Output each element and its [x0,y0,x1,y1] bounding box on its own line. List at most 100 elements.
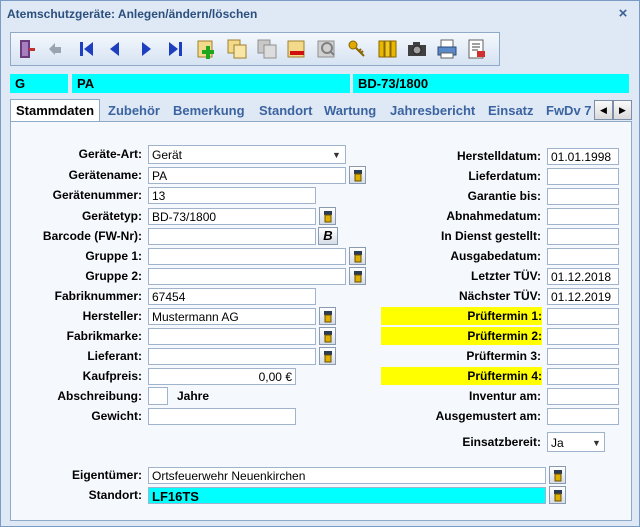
next-record-icon[interactable] [133,36,159,62]
herstelldatum-input[interactable]: 01.01.1998 [547,148,619,165]
naechster-tuev-input[interactable]: 01.12.2019 [547,288,619,305]
naechster-tuev-label: Nächster TÜV: [458,289,541,303]
main-window: Atemschutzgeräte: Anlegen/ändern/löschen… [0,0,640,527]
standort-lookup-button[interactable] [549,486,566,504]
fabriknummer-input[interactable]: 67454 [148,288,316,305]
geraetetyp-input[interactable]: BD-73/1800 [148,208,316,225]
infobar-name: PA [72,74,350,93]
tab-wartung[interactable]: Wartung [324,101,376,121]
indienst-label: In Dienst gestellt: [440,229,541,243]
prueftermin2-input[interactable] [547,328,619,345]
eigentuemer-lookup-button[interactable] [549,466,566,484]
exit-icon[interactable] [14,36,40,62]
indienst-input[interactable] [547,228,619,245]
prueftermin2-label: Prüftermin 2: [381,327,542,345]
geraetename-input[interactable]: PA [148,167,346,184]
lookup-icon [354,170,362,182]
gruppe2-input[interactable] [148,268,346,285]
hersteller-label: Hersteller: [82,309,142,323]
fabrikmarke-lookup-button[interactable] [319,327,336,345]
gewicht-label: Gewicht: [91,409,142,423]
geraeteart-select[interactable]: Gerät [148,145,346,164]
geraetenummer-input[interactable]: 13 [148,187,316,204]
lookup-icon [324,331,332,343]
gruppe2-lookup-button[interactable] [349,267,366,285]
tab-standort[interactable]: Standort [259,101,312,121]
lookup-icon [324,351,332,363]
geraetetyp-lookup-button[interactable] [319,207,336,225]
title-bar: Atemschutzgeräte: Anlegen/ändern/löschen… [1,1,639,27]
kaufpreis-input[interactable]: 0,00 € [148,368,296,385]
first-record-icon[interactable] [74,36,100,62]
einsatzbereit-label: Einsatzbereit: [462,435,541,449]
new-record-icon[interactable] [194,36,220,62]
letzter-tuev-label: Letzter TÜV: [470,269,541,283]
last-record-icon[interactable] [162,36,188,62]
camera-icon[interactable] [404,36,430,62]
prueftermin1-input[interactable] [547,308,619,325]
tab-jahresbericht[interactable]: Jahresbericht [390,101,475,121]
close-button[interactable]: × [613,5,633,23]
gewicht-input[interactable] [148,408,296,425]
lookup-icon [354,271,362,283]
report-icon[interactable] [464,36,490,62]
chevron-down-icon[interactable]: ▼ [592,438,601,448]
tab-einsatz[interactable]: Einsatz [488,101,534,121]
search-icon[interactable] [314,36,340,62]
chevron-down-icon[interactable]: ▼ [332,150,341,160]
letzter-tuev-input[interactable]: 01.12.2018 [547,268,619,285]
lookup-icon [354,251,362,263]
prueftermin3-input[interactable] [547,348,619,365]
inventur-input[interactable] [547,388,619,405]
lieferant-lookup-button[interactable] [319,347,336,365]
hersteller-input[interactable]: Mustermann AG [148,308,316,325]
tab-zubehoer[interactable]: Zubehör [108,101,160,121]
gruppe1-label: Gruppe 1: [85,249,142,263]
eigentuemer-input[interactable]: Ortsfeuerwehr Neuenkirchen [148,467,546,484]
garantie-label: Garantie bis: [467,189,541,203]
lieferdatum-label: Lieferdatum: [468,169,541,183]
gruppe2-label: Gruppe 2: [85,269,142,283]
delete-record-icon[interactable] [284,36,310,62]
ausgemustert-label: Ausgemustert am: [435,409,541,423]
geraetenummer-label: Gerätenummer: [52,188,142,202]
copy-record-icon[interactable] [224,36,250,62]
ausgabedatum-input[interactable] [547,248,619,265]
barcode-input[interactable] [148,228,316,245]
ausgemustert-input[interactable] [547,408,619,425]
standort-label: Standort: [88,488,142,502]
previous-record-icon[interactable] [102,36,128,62]
infobar-code: G [10,74,68,93]
undo-icon[interactable] [42,36,68,62]
prueftermin3-label: Prüftermin 3: [466,349,541,363]
prueftermin4-label: Prüftermin 4: [381,367,542,385]
barcode-button[interactable]: B [318,227,338,245]
lieferdatum-input[interactable] [547,168,619,185]
tab-scroll-left-button[interactable]: ◀ [594,100,613,120]
tab-bemerkung[interactable]: Bemerkung [173,101,245,121]
garantie-input[interactable] [547,188,619,205]
abnahmedatum-label: Abnahmedatum: [446,209,541,223]
lieferant-input[interactable] [148,348,316,365]
geraetename-lookup-button[interactable] [349,166,366,184]
geraetename-label: Gerätename: [68,168,142,182]
abschreibung-label: Abschreibung: [57,389,142,403]
print-icon[interactable] [434,36,460,62]
gruppe1-lookup-button[interactable] [349,247,366,265]
toolbar [10,32,500,66]
tab-stammdaten[interactable]: Stammdaten [10,99,101,123]
filing-icon[interactable] [374,36,400,62]
abschreibung-input[interactable] [148,387,168,405]
lieferant-label: Lieferant: [87,349,142,363]
key-icon[interactable] [344,36,370,62]
abschreibung-unit: Jahre [177,389,210,403]
fabrikmarke-input[interactable] [148,328,316,345]
copy-disabled-icon[interactable] [254,36,280,62]
tab-scroll-right-button[interactable]: ▶ [613,100,632,120]
prueftermin4-input[interactable] [547,368,619,385]
abnahmedatum-input[interactable] [547,208,619,225]
hersteller-lookup-button[interactable] [319,307,336,325]
tab-fwdv7[interactable]: FwDv 7 [546,101,593,121]
gruppe1-input[interactable] [148,248,346,265]
standort-input[interactable]: LF16TS [148,487,546,504]
